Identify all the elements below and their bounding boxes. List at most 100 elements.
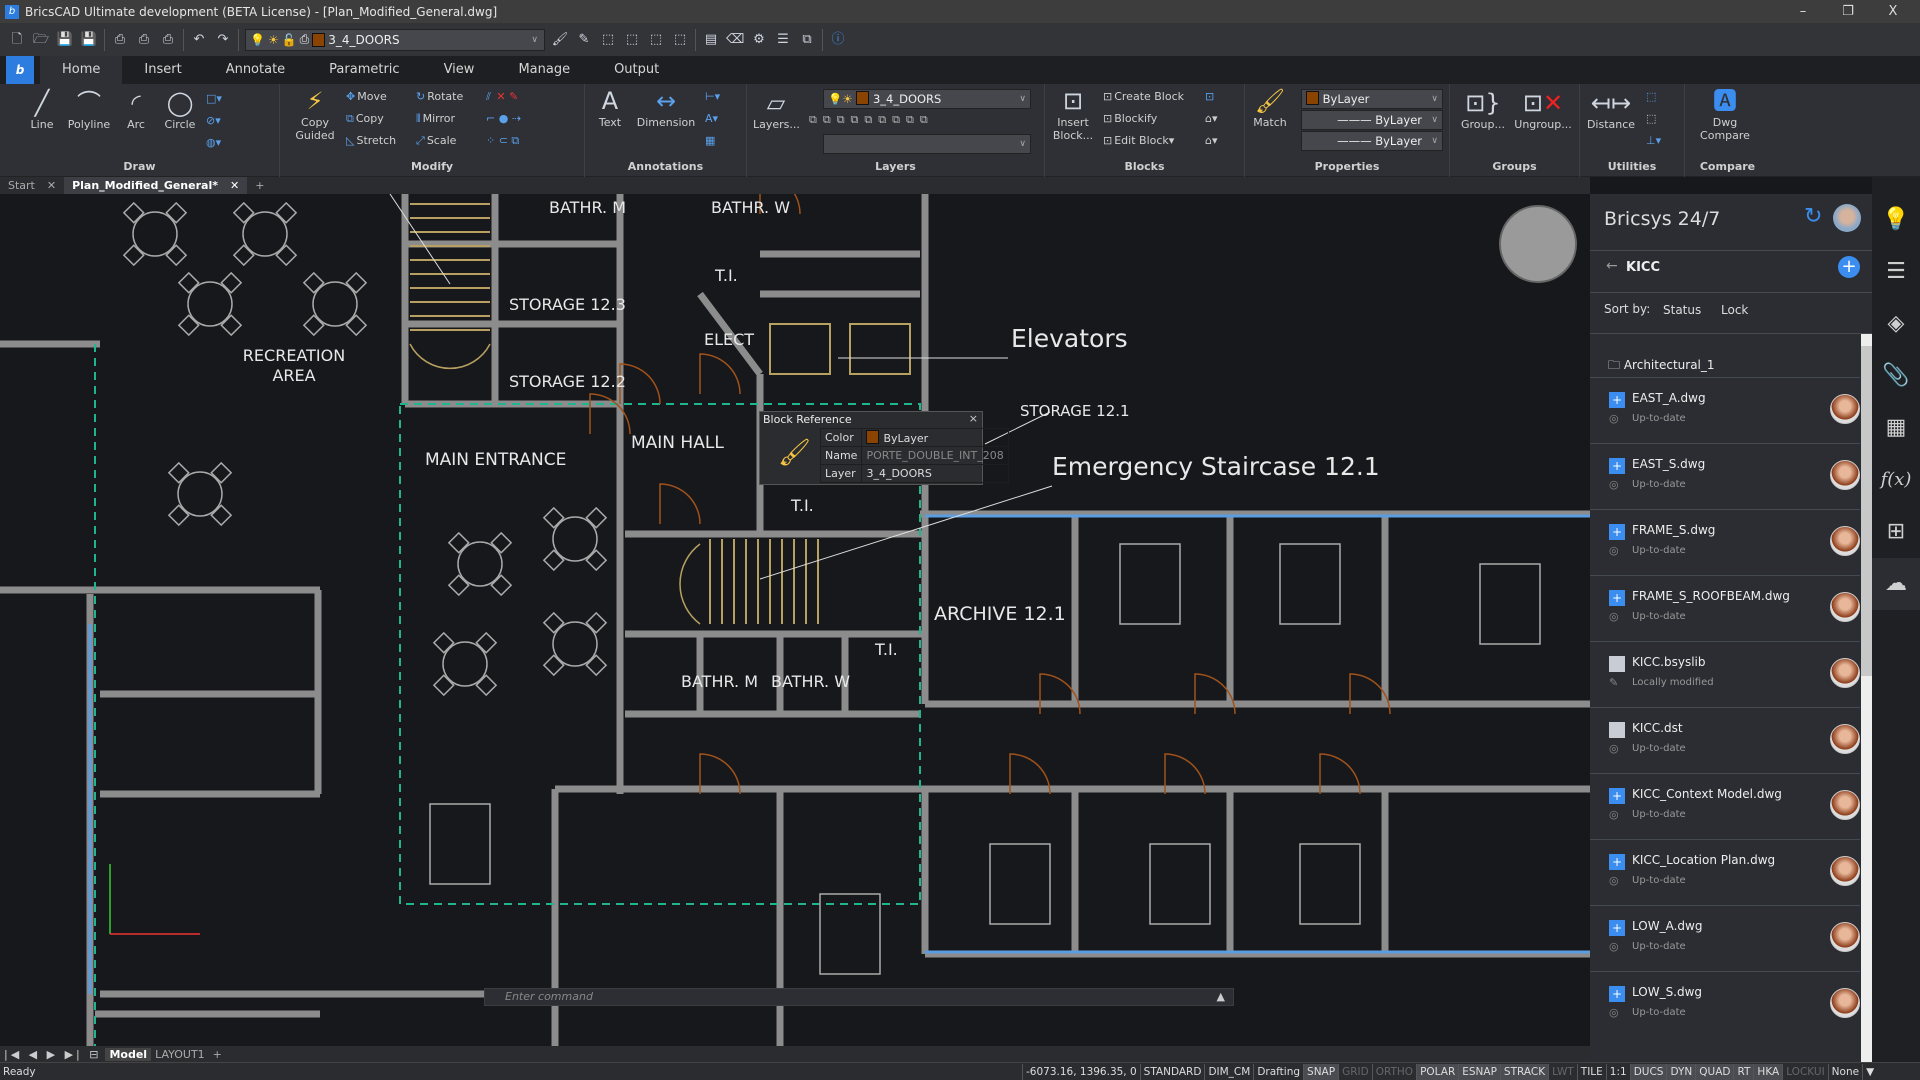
blockify-button[interactable]: ⊡ Blockify	[1103, 112, 1157, 125]
print-icon[interactable]: ⎙	[111, 31, 129, 49]
tab-home[interactable]: Home	[40, 56, 123, 84]
status-toggle-lockui[interactable]: LOCKUI	[1782, 1063, 1827, 1080]
fillet-button[interactable]: ⌐ ● ⇢	[486, 112, 523, 125]
rotate-button[interactable]: ↻ Rotate	[416, 90, 463, 103]
status-toggle-11[interactable]: 1:1	[1605, 1063, 1630, 1080]
layer-dropdown-ribbon[interactable]: 💡☀ 3_4_DOORS ∨	[823, 89, 1031, 109]
back-arrow-icon[interactable]: ←	[1606, 258, 1618, 274]
add-icon[interactable]: +	[1838, 256, 1860, 278]
status-toggle-dimcm[interactable]: DIM_CM	[1204, 1063, 1253, 1080]
isolate-icon[interactable]: ⬚	[623, 31, 641, 49]
layer-tools[interactable]: ⧉⧉⧉⧉⧉⧉⧉⧉⧉	[809, 113, 934, 127]
status-toggle-rt[interactable]: RT	[1733, 1063, 1754, 1080]
add-layout-button[interactable]: +	[209, 1048, 226, 1061]
scrollbar[interactable]	[1861, 334, 1872, 1062]
ungroup-button[interactable]: ⊡✕ Ungroup...	[1512, 88, 1574, 131]
layers-icon[interactable]: ◈	[1872, 298, 1920, 350]
table-button[interactable]: ▦	[705, 134, 717, 147]
status-toggle-lwt[interactable]: LWT	[1548, 1063, 1577, 1080]
status-toggle-drafting[interactable]: Drafting	[1253, 1063, 1303, 1080]
trim-button[interactable]: ⫽ ✕ ✎	[486, 90, 518, 104]
status-menu-icon[interactable]: ▼	[1862, 1063, 1877, 1080]
status-toggle-strack[interactable]: STRACK	[1499, 1063, 1549, 1080]
circle-button[interactable]: ◯ Circle	[158, 88, 202, 131]
explorer-icon[interactable]: ☰	[774, 31, 792, 49]
refresh-icon[interactable]: ↻	[1804, 204, 1822, 229]
measure-button[interactable]: ⬚	[1646, 90, 1658, 103]
folder-item[interactable]: 🗀 Architectural_1	[1608, 356, 1715, 377]
status-toggle-none[interactable]: None	[1827, 1063, 1862, 1080]
cloud-upload-icon[interactable]: ☁	[1872, 558, 1920, 610]
group-button[interactable]: ⊡} Group...	[1458, 88, 1508, 131]
pick-icon[interactable]: ✎	[575, 31, 593, 49]
attribute-button[interactable]: ⌂▾	[1205, 112, 1220, 125]
layer-dropdown[interactable]: 💡 ☀ 🔓 ⎙ 3_4_DOORS ∨	[245, 28, 545, 51]
new-tab-button[interactable]: +	[247, 177, 272, 194]
match-layer-icon[interactable]: 🖌	[551, 31, 569, 49]
linetype-dropdown[interactable]: ——— ByLayer ∨	[1301, 110, 1443, 130]
file-item[interactable]: + KICC.bsyslib ✎ Locally modified	[1590, 641, 1860, 707]
file-item[interactable]: + FRAME_S_ROOFBEAM.dwg ◎ Up-to-date	[1590, 575, 1860, 641]
file-item[interactable]: + LOW_S.dwg ◎ Up-to-date	[1590, 971, 1860, 1037]
arc-button[interactable]: ◜ Arc	[116, 88, 156, 131]
sliders-icon[interactable]: ☰	[1872, 246, 1920, 298]
tab-view[interactable]: View	[422, 56, 497, 84]
file-item[interactable]: + KICC.dst ◎ Up-to-date	[1590, 707, 1860, 773]
tab-manage[interactable]: Manage	[496, 56, 592, 84]
status-toggle-standard[interactable]: STANDARD	[1139, 1063, 1205, 1080]
new-icon[interactable]: 🗋	[8, 31, 26, 49]
text-style-button[interactable]: A▾	[705, 112, 720, 125]
color-dropdown[interactable]: ByLayer ∨	[1301, 89, 1443, 109]
sort-status-button[interactable]: Status	[1663, 303, 1701, 317]
status-toggle-esnap[interactable]: ESNAP	[1458, 1063, 1500, 1080]
file-item[interactable]: + KICC_Location Plan.dwg ◎ Up-to-date	[1590, 839, 1860, 905]
ucs-button[interactable]: ⊥▾	[1646, 134, 1663, 147]
lineweight-dropdown[interactable]: ——— ByLayer ∨	[1301, 131, 1443, 151]
file-item[interactable]: + KICC_Context Model.dwg ◎ Up-to-date	[1590, 773, 1860, 839]
scrollbar-thumb[interactable]	[1861, 346, 1872, 676]
tab-start[interactable]: Start ✕	[0, 177, 64, 194]
file-item[interactable]: + FRAME_S.dwg ◎ Up-to-date	[1590, 509, 1860, 575]
close-icon[interactable]: ✕	[47, 177, 56, 194]
edit-block-button[interactable]: ⊡ Edit Block▾	[1103, 134, 1174, 147]
leader-button[interactable]: ⊢▾	[705, 90, 722, 103]
copy-guided-button[interactable]: ⚡ Copy Guided	[290, 86, 340, 142]
select-button[interactable]: ⬚	[1646, 112, 1658, 125]
polyline-button[interactable]: ⌒ Polyline	[64, 88, 114, 131]
close-icon[interactable]: ✕	[230, 177, 239, 194]
create-block-button[interactable]: ⊡ Create Block	[1103, 90, 1184, 103]
save-as-icon[interactable]: 💾	[80, 31, 98, 49]
status-toggle-grid[interactable]: GRID	[1338, 1063, 1372, 1080]
properties-icon[interactable]: ▤	[702, 31, 720, 49]
app-menu-button[interactable]: b	[6, 56, 34, 84]
tree-icon[interactable]: ⊞	[1872, 506, 1920, 558]
redo-icon[interactable]: ↷	[214, 31, 232, 49]
distance-button[interactable]: ↤↦ Distance	[1586, 88, 1636, 131]
select-similar-icon[interactable]: ⬚	[599, 31, 617, 49]
print-preview-icon[interactable]: ⎙	[135, 31, 153, 49]
tab-annotate[interactable]: Annotate	[204, 56, 307, 84]
stretch-button[interactable]: ◺ Stretch	[346, 134, 396, 147]
ellipse-button[interactable]: ⊘▾	[206, 114, 223, 127]
status-toggle-hka[interactable]: HKA	[1753, 1063, 1783, 1080]
attribute-edit-button[interactable]: ⌂▾	[1205, 134, 1220, 147]
open-icon[interactable]: 🗁	[32, 31, 50, 49]
lightbulb-icon[interactable]: 💡	[1872, 194, 1920, 246]
restore-button[interactable]: ❐	[1828, 0, 1868, 23]
paperclip-icon[interactable]: 📎	[1872, 350, 1920, 402]
status-toggle-quad[interactable]: QUAD	[1695, 1063, 1734, 1080]
save-icon[interactable]: 💾	[56, 31, 74, 49]
close-icon[interactable]: ×	[969, 412, 978, 425]
insert-block-button[interactable]: ⊡ Insert Block...	[1051, 86, 1095, 142]
viewport-icon[interactable]: ⧉	[798, 31, 816, 49]
copy-button[interactable]: ⧉ Copy	[346, 112, 384, 126]
select-icon[interactable]: ⬚	[647, 31, 665, 49]
settings-icon[interactable]: ⚙	[750, 31, 768, 49]
layer-on-icon[interactable]: ⬚	[671, 31, 689, 49]
hatch-button[interactable]: ◍▾	[206, 136, 223, 149]
mirror-button[interactable]: ⫴ Mirror	[416, 112, 455, 126]
tab-insert[interactable]: Insert	[122, 56, 203, 84]
command-input[interactable]: Enter command ▲	[484, 988, 1234, 1006]
status-toggle-polar[interactable]: POLAR	[1416, 1063, 1459, 1080]
tab-plan-modified-general[interactable]: Plan_Modified_General* ✕	[64, 177, 248, 194]
